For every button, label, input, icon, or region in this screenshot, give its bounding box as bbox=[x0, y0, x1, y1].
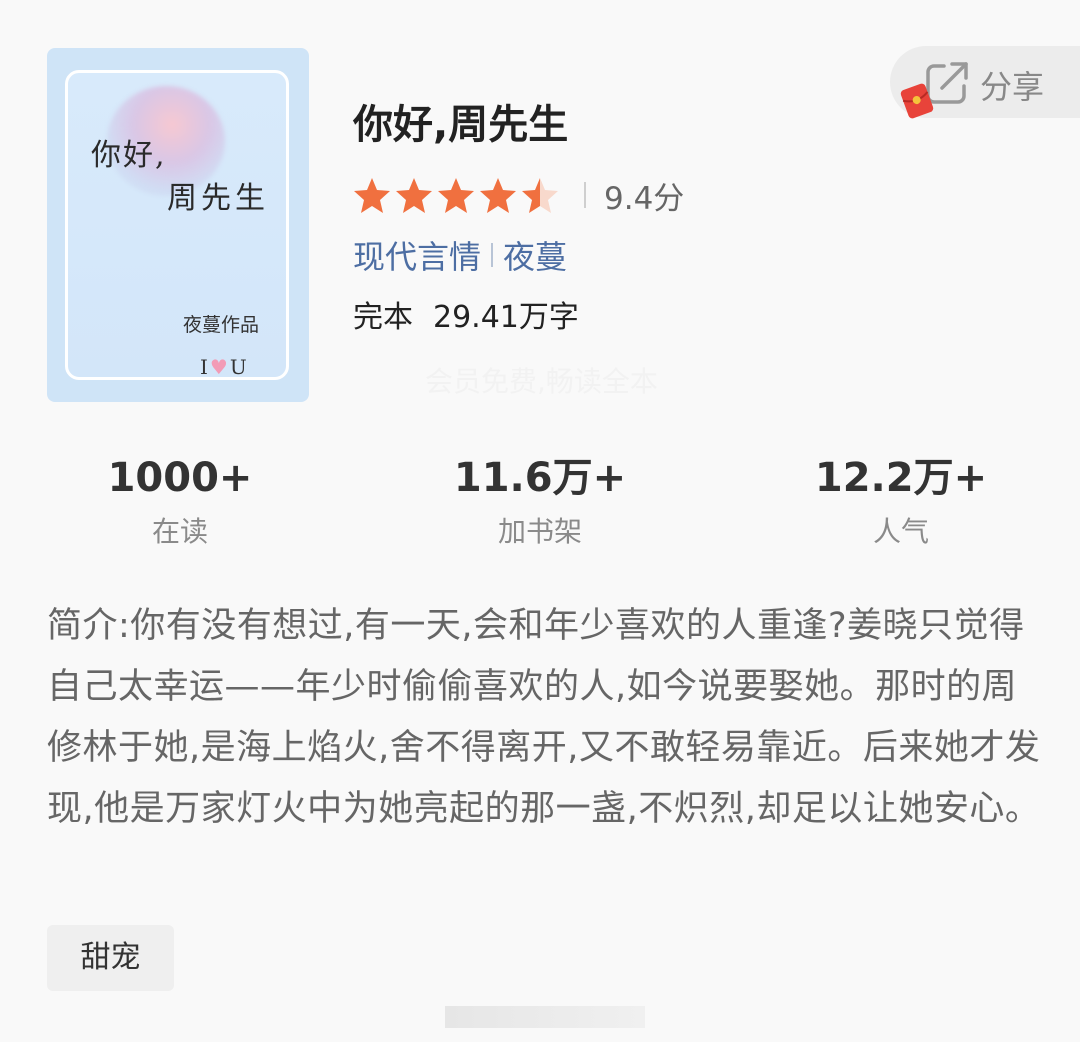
category-author-row: 现代言情 夜蔓 bbox=[353, 232, 567, 278]
book-title: 你好,周先生 bbox=[353, 102, 569, 148]
stat-value: 1000+ bbox=[107, 455, 253, 501]
cover-iu: I♥U bbox=[200, 355, 249, 379]
star-icon bbox=[396, 178, 432, 213]
star-icon bbox=[354, 178, 390, 213]
book-cover[interactable]: 你好, 周先生 夜蔓作品 I♥U bbox=[47, 48, 309, 402]
genre-tag[interactable]: 甜宠 bbox=[47, 925, 174, 991]
cover-author-line: 夜蔓作品 bbox=[183, 314, 260, 336]
stat-popularity: 12.2万+ 人气 bbox=[776, 452, 1026, 550]
stat-label: 加书架 bbox=[497, 515, 582, 548]
star-icon bbox=[480, 178, 516, 213]
rating-row: 9.4分 bbox=[352, 175, 685, 217]
cover-iu-right: U bbox=[229, 355, 249, 379]
stat-value: 11.6万+ bbox=[453, 455, 627, 501]
author-link[interactable]: 夜蔓 bbox=[503, 232, 567, 278]
share-label: 分享 bbox=[980, 68, 1045, 106]
stat-reading: 1000+ 在读 bbox=[55, 452, 305, 550]
stat-bookshelf: 11.6万+ 加书架 bbox=[415, 452, 665, 550]
half-star-icon bbox=[522, 178, 558, 213]
status-row: 完本 29.41万字 bbox=[353, 292, 599, 336]
bottom-strip bbox=[445, 1006, 645, 1028]
stat-value: 12.2万+ bbox=[814, 455, 988, 501]
heart-icon: ♥ bbox=[209, 355, 230, 379]
star-icon bbox=[438, 178, 474, 213]
rating-divider bbox=[584, 182, 586, 208]
cover-title-line2: 周先生 bbox=[167, 181, 269, 216]
cover-title-line1: 你好, bbox=[91, 138, 167, 173]
rating-stars bbox=[352, 176, 562, 214]
stat-label: 人气 bbox=[872, 515, 929, 548]
synopsis-text[interactable]: 简介:你有没有想过,有一天,会和年少喜欢的人重逢?姜晓只觉得自己太幸运——年少时… bbox=[47, 596, 1047, 840]
rating-score: 9.4分 bbox=[604, 180, 685, 217]
category-link[interactable]: 现代言情 bbox=[353, 232, 481, 278]
cover-iu-left: I bbox=[200, 355, 210, 379]
vip-watermark: 会员免费,畅读全本 bbox=[425, 365, 658, 398]
word-count: 29.41万字 bbox=[433, 300, 579, 335]
completion-status: 完本 bbox=[353, 300, 413, 335]
stat-label: 在读 bbox=[151, 515, 208, 548]
divider bbox=[491, 243, 494, 267]
book-detail-page: 你好, 周先生 夜蔓作品 I♥U 分享 你好,周先生 9.4分 现代言情 夜蔓 … bbox=[0, 0, 1080, 1042]
